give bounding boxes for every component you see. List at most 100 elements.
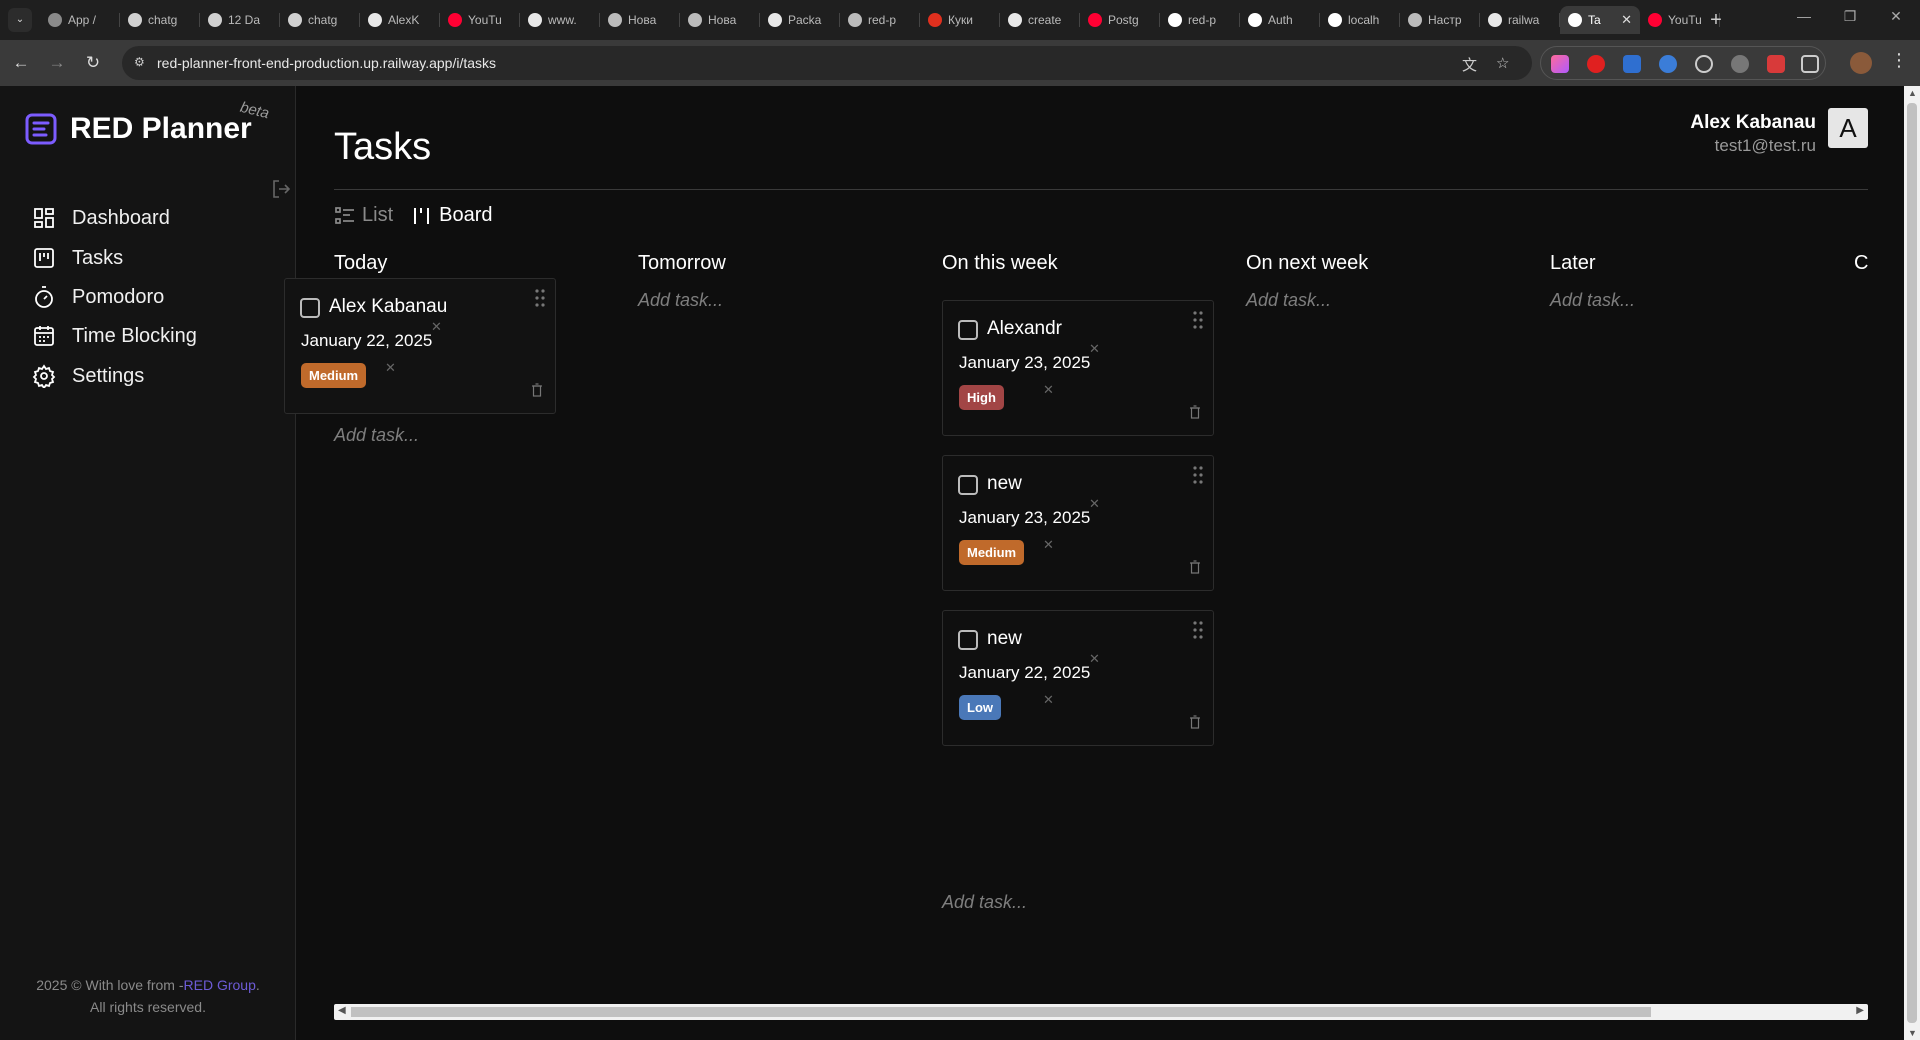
trash-icon[interactable] [1189,715,1201,729]
browser-tab[interactable]: Ta ✕ [1560,6,1640,34]
avatar[interactable]: A [1828,108,1868,148]
clear-date-icon[interactable]: ✕ [431,319,442,335]
browser-tab[interactable]: www. [520,6,600,34]
extension-circle-icon[interactable] [1695,55,1713,73]
browser-tab[interactable]: chatg [120,6,200,34]
task-checkbox[interactable] [958,630,978,650]
vertical-scroll-thumb[interactable] [1907,103,1917,1023]
drag-handle-icon[interactable] [535,289,545,307]
browser-tab[interactable]: Куки [920,6,1000,34]
add-task-later[interactable]: Add task... [1550,290,1635,311]
minimize-button[interactable]: — [1790,8,1818,24]
clear-date-icon[interactable]: ✕ [1089,496,1100,512]
trash-icon[interactable] [531,383,543,397]
bookmark-star-icon[interactable]: ☆ [1496,54,1509,72]
extension-gradient-icon[interactable] [1551,55,1569,73]
browser-tab[interactable]: railwa [1480,6,1560,34]
scroll-left-arrow[interactable]: ◀ [338,1005,346,1016]
sidebar-item-dashboard[interactable]: Dashboard [32,198,272,238]
extension-cloud-icon[interactable] [1731,55,1749,73]
new-tab-button[interactable]: + [1704,6,1728,34]
browser-menu-icon[interactable]: ⋮ [1890,50,1908,71]
priority-badge[interactable]: Medium [959,540,1025,565]
drag-handle-icon[interactable] [1193,621,1203,639]
close-window-button[interactable]: ✕ [1882,8,1910,25]
task-checkbox[interactable] [300,298,320,318]
add-task-next-week[interactable]: Add task... [1246,290,1331,311]
sidebar-item-settings[interactable]: Settings [32,356,272,396]
extension-translate-icon[interactable] [1623,55,1641,73]
clear-priority-icon[interactable]: ✕ [1043,537,1054,553]
horizontal-scroll-thumb[interactable] [351,1007,1651,1017]
browser-tab[interactable]: Packa [760,6,840,34]
browser-tab[interactable]: red-p [840,6,920,34]
task-card[interactable]: Alexandr ✕ January 23, 2025 High ✕ [942,300,1214,436]
task-name[interactable]: Alex Kabanau [329,296,447,318]
translate-icon[interactable]: 文 [1462,54,1477,75]
clear-date-icon[interactable]: ✕ [1089,651,1100,667]
footer-link[interactable]: RED Group [184,977,256,993]
browser-tab[interactable]: AlexK [360,6,440,34]
add-task-this-week[interactable]: Add task... [942,892,1027,913]
scroll-right-arrow[interactable]: ▶ [1856,1005,1864,1016]
extension-react-icon[interactable] [1659,55,1677,73]
task-name[interactable]: new [987,628,1022,650]
site-info-icon[interactable]: ⚙ [134,55,148,69]
task-date[interactable]: January 22, 2025 [301,331,432,351]
trash-icon[interactable] [1189,405,1201,419]
clear-priority-icon[interactable]: ✕ [385,360,396,376]
browser-tab[interactable]: localh [1320,6,1400,34]
browser-profile-avatar[interactable] [1850,52,1872,74]
logo[interactable]: RED Planner [24,112,252,146]
task-name[interactable]: Alexandr [987,318,1062,340]
close-tab-icon[interactable]: ✕ [1621,12,1632,28]
task-date[interactable]: January 23, 2025 [959,353,1090,373]
list-view-button[interactable]: List [334,204,393,227]
browser-tab[interactable]: Нова [680,6,760,34]
address-url[interactable]: red-planner-front-end-production.up.rail… [157,55,496,71]
browser-tab[interactable]: Auth [1240,6,1320,34]
browser-tab[interactable]: create [1000,6,1080,34]
priority-badge[interactable]: Low [959,695,1001,720]
sidebar-item-tasks[interactable]: Tasks [32,238,272,278]
vertical-scrollbar[interactable]: ▲ ▼ [1904,86,1920,1040]
extension-red-icon[interactable] [1587,55,1605,73]
clear-priority-icon[interactable]: ✕ [1043,692,1054,708]
address-bar[interactable]: ⚙ red-planner-front-end-production.up.ra… [122,46,1532,80]
add-task-today[interactable]: Add task... [334,425,419,446]
horizontal-scrollbar[interactable]: ◀ ▶ [334,1004,1868,1020]
task-date[interactable]: January 23, 2025 [959,508,1090,528]
browser-tab[interactable]: App / [40,6,120,34]
browser-tab[interactable]: chatg [280,6,360,34]
priority-badge[interactable]: High [959,385,1004,410]
extensions-puzzle-icon[interactable] [1801,55,1819,73]
browser-tab[interactable]: red-p [1160,6,1240,34]
sidebar-item-time-blocking[interactable]: Time Blocking [32,316,272,356]
task-date[interactable]: January 22, 2025 [959,663,1090,683]
tab-search-button[interactable]: ⌄ [8,8,32,32]
collapse-sidebar-icon[interactable] [270,178,292,200]
task-card[interactable]: new ✕ January 22, 2025 Low ✕ [942,610,1214,746]
task-name[interactable]: new [987,473,1022,495]
clear-date-icon[interactable]: ✕ [1089,341,1100,357]
restore-button[interactable]: ❐ [1836,8,1864,25]
back-button[interactable]: ← [10,52,32,74]
drag-handle-icon[interactable] [1193,311,1203,329]
task-checkbox[interactable] [958,475,978,495]
browser-tab[interactable]: Настр [1400,6,1480,34]
clear-priority-icon[interactable]: ✕ [1043,382,1054,398]
user-profile[interactable]: Alex Kabanau test1@test.ru A [1690,108,1868,156]
reload-button[interactable]: ↻ [82,52,104,74]
scroll-down-arrow[interactable]: ▼ [1908,1028,1917,1038]
board-view-button[interactable]: Board [411,204,493,227]
priority-badge[interactable]: Medium [301,363,367,388]
task-card[interactable]: Alex Kabanau ✕ January 22, 2025 Medium ✕ [284,278,556,414]
trash-icon[interactable] [1189,560,1201,574]
task-checkbox[interactable] [958,320,978,340]
drag-handle-icon[interactable] [1193,466,1203,484]
forward-button[interactable]: → [46,52,68,74]
extension-badge-icon[interactable] [1767,55,1785,73]
task-card[interactable]: new ✕ January 23, 2025 Medium ✕ [942,455,1214,591]
browser-tab[interactable]: Нова [600,6,680,34]
sidebar-item-pomodoro[interactable]: Pomodoro [32,277,272,317]
